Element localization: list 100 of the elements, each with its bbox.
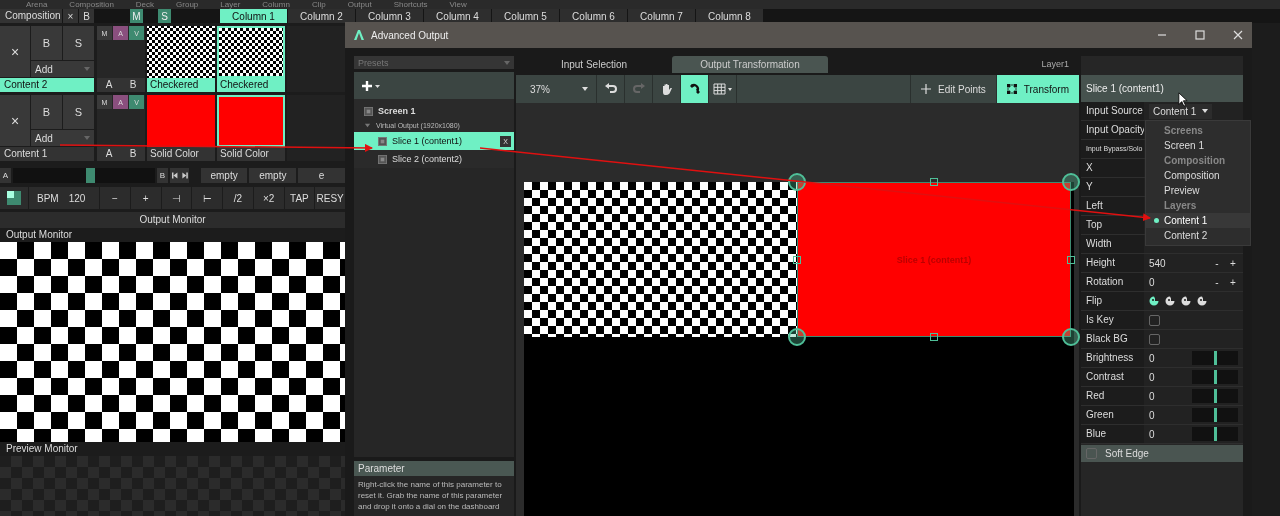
edge-handle[interactable] <box>930 333 938 341</box>
property-label[interactable]: Input Source <box>1081 102 1144 120</box>
tree-item[interactable]: Screen 1 <box>378 106 416 116</box>
column-tab[interactable]: Column 5 <box>492 9 559 23</box>
property-value[interactable]: 540 <box>1149 257 1206 269</box>
checker-thumbnail[interactable] <box>147 26 215 78</box>
menu-item[interactable]: Arena <box>26 0 48 9</box>
solid-color-thumbnail[interactable] <box>217 95 285 147</box>
column-tab[interactable]: Column 7 <box>628 9 695 23</box>
add-icon[interactable] <box>362 79 382 92</box>
menu-item[interactable]: Layer <box>220 0 241 9</box>
solo-button[interactable]: S <box>63 26 94 60</box>
property-value[interactable]: 0 <box>1149 276 1206 288</box>
layer-name[interactable]: Content 1 <box>0 147 94 161</box>
flip-icon[interactable] <box>1181 296 1191 306</box>
menu-item[interactable]: Shortcuts <box>393 0 428 9</box>
increment-button[interactable]: + <box>1228 257 1238 269</box>
tempo-button[interactable]: /2 <box>223 187 253 209</box>
menu-item[interactable]: Output <box>347 0 372 9</box>
column-tab[interactable]: Column 2 <box>288 9 355 23</box>
column-tab[interactable]: Column 3 <box>356 9 423 23</box>
close-layer-button[interactable]: × <box>0 95 30 146</box>
empty-clip-slot[interactable]: empty <box>200 168 248 183</box>
menu-option[interactable]: Content 2 <box>1146 228 1250 243</box>
column-tab[interactable]: Column 1 <box>220 9 287 23</box>
layer-name[interactable]: Content 2 <box>0 78 94 92</box>
corner-handle[interactable] <box>788 328 806 346</box>
maximize-icon[interactable] <box>1194 29 1206 41</box>
corner-handle[interactable] <box>788 173 806 191</box>
property-label[interactable]: Brightness <box>1081 349 1144 367</box>
mode-button[interactable]: Transform <box>995 75 1079 103</box>
crossfade-assign[interactable]: B <box>129 78 137 92</box>
property-label[interactable]: Black BG <box>1081 330 1144 348</box>
tempo-button[interactable]: + <box>130 187 161 209</box>
menu-option[interactable]: Screen 1 <box>1146 138 1250 153</box>
edge-handle[interactable] <box>930 178 938 186</box>
tab[interactable]: Output Transformation <box>672 56 828 73</box>
property-label[interactable]: Contrast <box>1081 368 1144 386</box>
expand-arrow-icon[interactable] <box>364 122 371 129</box>
menu-option[interactable]: Preview <box>1146 183 1250 198</box>
slider-handle[interactable] <box>1214 370 1217 384</box>
checker-thumbnail[interactable] <box>217 26 285 78</box>
slice-item[interactable]: Slice 2 (content2) <box>354 150 514 168</box>
property-label[interactable]: Height <box>1081 254 1144 272</box>
increment-button[interactable]: + <box>1228 276 1238 288</box>
crossfade-assign[interactable]: A <box>105 78 113 92</box>
input-source-dropdown[interactable]: Content 1 <box>1149 103 1213 119</box>
crossfader-handle[interactable] <box>85 168 95 183</box>
menu-item[interactable]: Composition <box>69 0 114 9</box>
slider-handle[interactable] <box>1214 351 1217 365</box>
decrement-button[interactable]: - <box>1212 276 1222 288</box>
menu-item[interactable]: Deck <box>135 0 155 9</box>
column-tab[interactable]: Column 6 <box>560 9 627 23</box>
edge-handle[interactable] <box>793 255 801 264</box>
tempo-button[interactable]: ⊣ <box>161 187 192 209</box>
solo-button[interactable]: S <box>158 9 171 23</box>
solid-color-thumbnail[interactable] <box>147 95 215 147</box>
empty-clip-slot[interactable] <box>287 26 345 92</box>
blend-mode-dropdown[interactable]: Add <box>31 61 94 77</box>
crossfade-assign[interactable]: A <box>105 147 113 161</box>
tempo-button[interactable]: ⊢ <box>192 187 222 209</box>
crossfade-assign[interactable]: B <box>129 147 137 161</box>
empty-clip-slot[interactable]: e <box>298 168 345 183</box>
property-label[interactable]: Green <box>1081 406 1144 424</box>
property-label[interactable]: Rotation <box>1081 273 1144 291</box>
slider-handle[interactable] <box>1214 427 1217 441</box>
menu-item[interactable]: Column <box>262 0 290 9</box>
property-label[interactable]: Y <box>1081 178 1144 196</box>
empty-clip-slot[interactable]: empty <box>249 168 297 183</box>
tempo-button[interactable]: TAP <box>284 187 315 209</box>
menu-option[interactable]: Composition <box>1146 168 1250 183</box>
close-layer-button[interactable]: × <box>0 26 30 77</box>
property-label[interactable]: X <box>1081 159 1144 177</box>
menu-option[interactable]: Content 1 <box>1146 213 1250 228</box>
checkbox[interactable] <box>1149 314 1160 326</box>
checkbox[interactable] <box>1149 333 1160 345</box>
solo-button[interactable]: S <box>63 95 94 129</box>
property-label[interactable]: Flip <box>1081 292 1144 310</box>
decrement-button[interactable]: - <box>1212 257 1222 269</box>
property-label[interactable]: Width <box>1081 235 1144 253</box>
flip-icon[interactable] <box>1197 296 1207 306</box>
bypass-button[interactable]: B <box>79 9 94 23</box>
column-tab[interactable]: Column 4 <box>424 9 491 23</box>
tempo-button[interactable]: ×2 <box>253 187 284 209</box>
blend-mode-dropdown[interactable]: Add <box>31 130 94 146</box>
property-label[interactable]: Blue <box>1081 425 1144 443</box>
clear-button[interactable]: × <box>63 9 78 23</box>
bypass-button[interactable]: B <box>31 95 62 129</box>
property-label[interactable]: Left <box>1081 197 1144 215</box>
skip-icons[interactable] <box>169 168 190 183</box>
menu-item[interactable]: View <box>449 0 467 9</box>
column-tab[interactable]: Column 8 <box>696 9 763 23</box>
menu-item[interactable]: Clip <box>311 0 326 9</box>
menu-item[interactable]: Group <box>176 0 199 9</box>
property-label[interactable]: Is Key <box>1081 311 1144 329</box>
tempo-button[interactable]: RESY <box>315 187 345 209</box>
mute-button[interactable]: M <box>130 9 143 23</box>
flip-icon[interactable] <box>1165 296 1175 306</box>
bypass-button[interactable]: B <box>31 26 62 60</box>
checkbox[interactable] <box>1086 448 1097 459</box>
